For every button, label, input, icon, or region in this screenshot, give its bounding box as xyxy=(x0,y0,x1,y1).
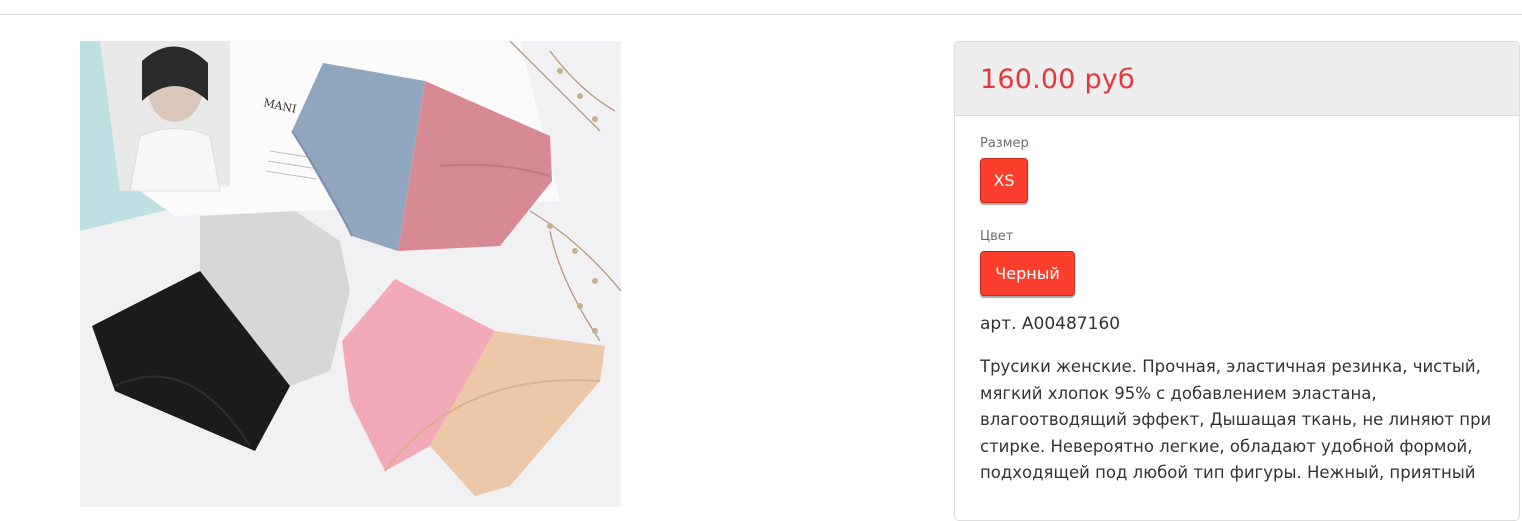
product-description: Трусики женские. Прочная, эластичная рез… xyxy=(980,357,1492,482)
header-divider xyxy=(0,14,1522,15)
color-option-button[interactable]: Черный xyxy=(980,251,1075,296)
product-photo-art: MANI xyxy=(80,41,621,507)
product-options: Размер XS Цвет Черный арт. A00487160 Тру… xyxy=(955,136,1519,487)
size-option-button[interactable]: XS xyxy=(980,158,1028,203)
price-header: 160.00 руб xyxy=(955,42,1519,116)
size-label: Размер xyxy=(980,136,1029,151)
product-price: 160.00 руб xyxy=(980,64,1135,95)
product-sku: арт. A00487160 xyxy=(980,314,1121,334)
product-photo[interactable]: MANI xyxy=(80,41,621,507)
color-label: Цвет xyxy=(980,229,1014,244)
product-info-panel: 160.00 руб Размер XS Цвет Черный арт. A0… xyxy=(954,41,1520,521)
